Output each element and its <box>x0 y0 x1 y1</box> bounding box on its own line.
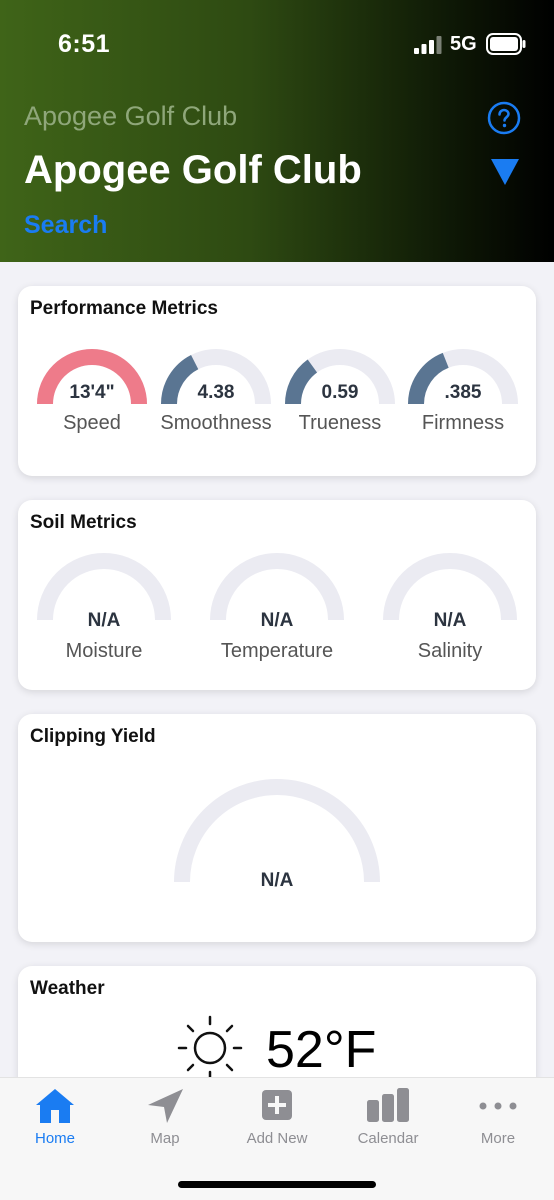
tab-more[interactable]: More <box>448 1086 548 1156</box>
weather-card: Weather 52°F <box>18 966 536 1077</box>
temperature-label: Temperature <box>220 640 334 662</box>
cellular-signal-icon <box>414 36 442 54</box>
status-time: 6:51 <box>58 30 111 58</box>
search-link[interactable]: Search <box>24 211 107 240</box>
home-icon <box>36 1089 74 1123</box>
trueness-value: 0.59 <box>321 382 359 403</box>
tab-add-new-label: Add New <box>246 1130 308 1147</box>
tab-more-label: More <box>480 1130 516 1147</box>
speed-gauge[interactable]: 13'4" Speed <box>36 348 148 458</box>
trueness-gauge[interactable]: 0.59 Trueness <box>284 348 396 458</box>
soil-metrics-title: Soil Metrics <box>30 512 137 533</box>
club-subtitle: Apogee Golf Club <box>24 101 238 131</box>
status-bar: 6:51 5G <box>0 0 554 90</box>
navigation-arrow-icon <box>148 1089 183 1123</box>
dashboard-content[interactable]: Performance Metrics 13'4" Speed 4.38 Smo… <box>0 262 554 1077</box>
performance-metrics-title: Performance Metrics <box>30 298 218 319</box>
salinity-value: N/A <box>433 610 467 631</box>
clipping-yield-value: N/A <box>260 870 294 891</box>
club-title: Apogee Golf Club <box>24 148 362 192</box>
salinity-gauge[interactable]: N/A Salinity <box>382 552 518 672</box>
clipping-yield-gauge-arc <box>174 779 380 883</box>
weather-temperature: 52°F <box>266 1021 377 1077</box>
dropdown-triangle-icon[interactable] <box>490 158 520 186</box>
header: 6:51 5G Apogee Golf Club Apogee Golf Clu… <box>0 0 554 262</box>
salinity-label: Salinity <box>417 640 483 662</box>
tab-home-label: Home <box>34 1130 75 1147</box>
battery-icon <box>486 33 526 55</box>
moisture-value: N/A <box>87 610 121 631</box>
firmness-gauge[interactable]: .385 Firmness <box>407 348 519 458</box>
sun-icon <box>177 1015 243 1077</box>
home-indicator <box>178 1181 376 1188</box>
tab-map-label: Map <box>150 1130 180 1147</box>
speed-value: 13'4" <box>69 382 115 403</box>
temperature-gauge[interactable]: N/A Temperature <box>209 552 345 672</box>
tab-add-new[interactable]: Add New <box>227 1086 327 1156</box>
temperature-value: N/A <box>260 610 294 631</box>
clipping-yield-gauge[interactable]: N/A <box>173 778 381 898</box>
moisture-label: Moisture <box>65 640 143 662</box>
help-icon[interactable] <box>487 101 521 135</box>
tab-calendar-label: Calendar <box>357 1130 419 1147</box>
plus-square-icon <box>262 1090 292 1120</box>
firmness-value: .385 <box>444 382 482 403</box>
tab-home[interactable]: Home <box>5 1086 105 1156</box>
tab-calendar[interactable]: Calendar <box>338 1086 438 1156</box>
network-type: 5G <box>450 33 477 55</box>
performance-metrics-card: Performance Metrics 13'4" Speed 4.38 Smo… <box>18 286 536 476</box>
smoothness-value: 4.38 <box>197 382 235 403</box>
bar-chart-icon <box>367 1088 409 1122</box>
tab-map[interactable]: Map <box>115 1086 215 1156</box>
more-dots-icon <box>479 1102 517 1110</box>
clipping-yield-card: Clipping Yield N/A <box>18 714 536 942</box>
firmness-label: Firmness <box>421 412 505 434</box>
moisture-gauge[interactable]: N/A Moisture <box>36 552 172 672</box>
soil-metrics-card: Soil Metrics N/A Moisture N/A Temperatur… <box>18 500 536 690</box>
smoothness-gauge[interactable]: 4.38 Smoothness <box>160 348 272 458</box>
clipping-yield-title: Clipping Yield <box>30 726 156 747</box>
weather-title: Weather <box>30 978 105 999</box>
